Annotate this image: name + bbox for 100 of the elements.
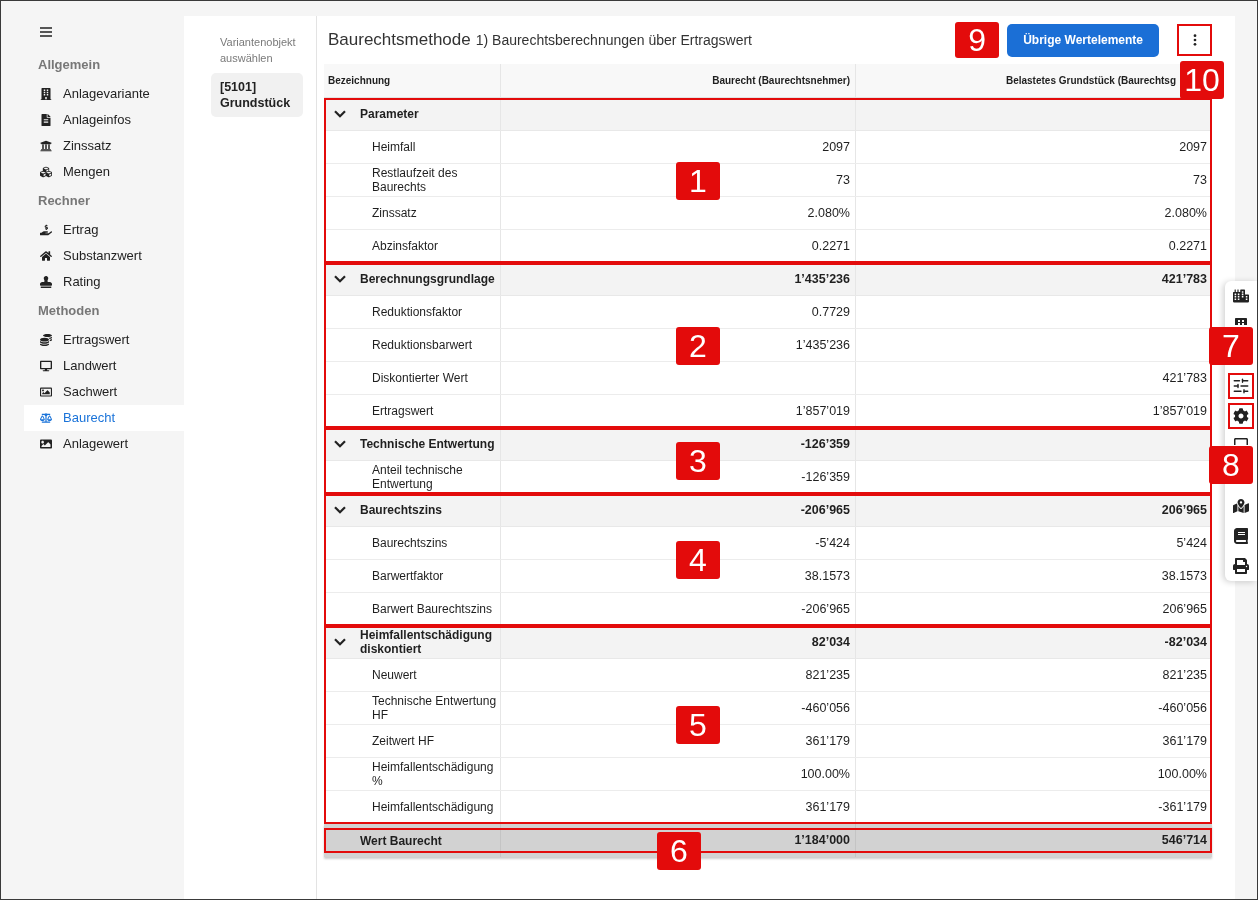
city-icon[interactable] <box>1233 288 1249 304</box>
monitor-icon <box>40 360 52 372</box>
total-cell: 546’714 <box>855 824 1212 857</box>
callout-marker: 7 <box>1209 327 1253 365</box>
map-icon[interactable] <box>1233 498 1249 514</box>
chevron-down-icon <box>334 110 346 118</box>
chevron-down-icon <box>334 275 346 283</box>
book-icon[interactable] <box>1233 528 1249 544</box>
table-cell: 100.00% <box>855 758 1212 790</box>
nav-item[interactable]: Anlagewert <box>24 431 184 457</box>
row-label: Reduktionsfaktor <box>372 305 463 319</box>
document-icon <box>40 114 52 126</box>
nav-item[interactable]: Mengen <box>24 159 184 185</box>
table-cell: 821’235 <box>855 659 1212 691</box>
row-label: Heimfall <box>372 140 416 154</box>
table-cell: 821’235 <box>500 659 855 691</box>
action-button[interactable]: Übrige Wertelemente <box>1007 23 1159 57</box>
nav-item[interactable]: Rating <box>24 269 184 295</box>
table-cell: 100.00% <box>500 758 855 790</box>
table-cell: 1’435’236 <box>500 263 855 295</box>
column-header: Belastetes Grundstück (Baurechtsg <box>1005 74 1176 88</box>
scale-icon <box>40 412 52 424</box>
table-cell: -361’179 <box>855 791 1212 823</box>
picker-label: Variantenobjekt auswählen <box>220 35 297 66</box>
row-label: Restlaufzeit des Baurechts <box>372 166 459 194</box>
section-title: Berechnungsgrundlage <box>360 272 495 286</box>
variant-item[interactable]: [5101] Grundstück <box>211 73 303 117</box>
table-cell: -206’965 <box>500 593 855 625</box>
row-label: Technische Entwertung HF <box>372 694 498 722</box>
row-label: Zinssatz <box>372 206 417 220</box>
nav-item[interactable]: Zinssatz <box>24 133 184 159</box>
row-label: Ertragswert <box>372 404 434 418</box>
row-label: Diskontierter Wert <box>372 371 468 385</box>
row-label: Neuwert <box>372 668 417 682</box>
row-label: Heimfallentschädigung <box>372 800 494 814</box>
table-cell: 361’179 <box>500 791 855 823</box>
building-icon <box>40 88 52 100</box>
table-cell: 82’034 <box>500 626 855 658</box>
table-cell: -206’965 <box>500 494 855 526</box>
table-cell: 2.080% <box>855 197 1212 229</box>
row-label: Barwert Baurechtszins <box>372 602 493 616</box>
printer-icon[interactable] <box>1233 558 1249 574</box>
nav-item[interactable]: Substanzwert <box>24 243 184 269</box>
table-cell: 421’783 <box>855 263 1212 295</box>
row-label: Baurechtszins <box>372 536 448 550</box>
table-cell: -460’056 <box>855 692 1212 724</box>
page-title: Baurechtsmethode <box>328 29 471 52</box>
section-title: Baurechtszins <box>360 503 443 517</box>
table-cell: 206’965 <box>855 593 1212 625</box>
callout-marker: 8 <box>1209 446 1253 484</box>
chevron-down-icon <box>334 440 346 448</box>
group-heading: Methoden <box>38 302 100 321</box>
column-header: Baurecht (Baurechtsnehmer) <box>712 74 850 88</box>
table-cell: 1’857’019 <box>500 395 855 427</box>
more-icon[interactable] <box>1192 34 1197 46</box>
nav-item[interactable]: Anlageinfos <box>24 107 184 133</box>
table-cell: 0.2271 <box>500 230 855 262</box>
row-label: Abzinsfaktor <box>372 239 439 253</box>
nav-item[interactable]: Sachwert <box>24 379 184 405</box>
group-heading: Allgemein <box>38 56 101 75</box>
section-title: Parameter <box>360 107 419 121</box>
table-cell: 73 <box>855 164 1212 196</box>
table-cell: 2097 <box>855 131 1212 163</box>
section-title: Heimfallentschädigung diskontiert <box>360 628 494 656</box>
table-cell: 1’857’019 <box>855 395 1212 427</box>
table-cell: 361’179 <box>855 725 1212 757</box>
row-label: Zeitwert HF <box>372 734 434 748</box>
row-label: Barwertfaktor <box>372 569 444 583</box>
building-icon[interactable] <box>1233 318 1249 325</box>
nav-item[interactable]: Landwert <box>24 353 184 379</box>
column-header: Bezeichnung <box>328 74 391 88</box>
row-label: Reduktionsbarwert <box>372 338 473 352</box>
stamp-icon <box>40 276 52 288</box>
picture-icon <box>40 438 52 450</box>
tablet-icon[interactable] <box>1233 438 1249 445</box>
page-subtitle: 1) Baurechtsberechnungen über Ertragswert <box>475 31 752 51</box>
cubes-icon <box>40 166 52 178</box>
nav-item[interactable]: Anlagevariante <box>24 81 184 107</box>
nav-item[interactable]: Ertrag <box>24 217 184 243</box>
total-label: Wert Baurecht <box>360 832 442 850</box>
callout-marker: 10 <box>1180 61 1224 99</box>
table-cell: 38.1573 <box>855 560 1212 592</box>
nav-item[interactable]: Ertragswert <box>24 327 184 353</box>
row-label: Heimfallentschädigung % <box>372 760 495 788</box>
table-cell: 0.2271 <box>855 230 1212 262</box>
callout-marker: 9 <box>955 22 1000 58</box>
callout-marker: 2 <box>676 326 720 365</box>
nav-item[interactable]: Baurecht <box>24 405 184 431</box>
coins-icon <box>40 334 52 346</box>
chevron-down-icon <box>334 638 346 646</box>
picture-icon <box>40 386 52 398</box>
table-cell: 206’965 <box>855 494 1212 526</box>
table-cell: -82’034 <box>855 626 1212 658</box>
settings-icon[interactable] <box>1233 408 1249 424</box>
row-label: Anteil technische Entwertung <box>372 463 464 491</box>
group-heading: Rechner <box>38 192 91 211</box>
menu-icon[interactable] <box>40 27 52 37</box>
bank-icon <box>40 140 52 152</box>
section-title: Technische Entwertung <box>360 437 495 451</box>
house-icon <box>40 250 52 262</box>
